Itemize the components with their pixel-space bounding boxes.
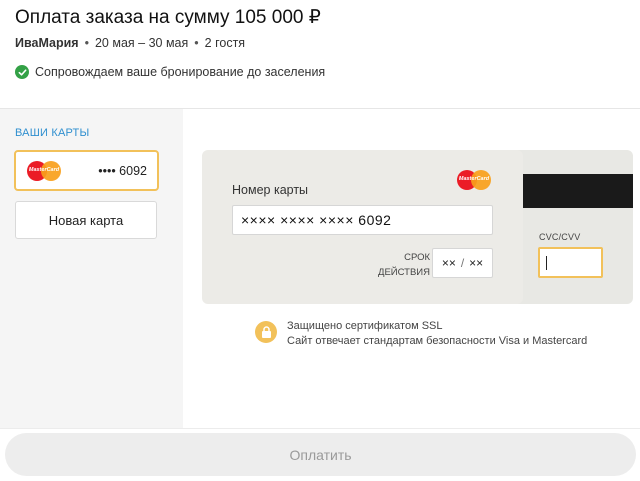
magnetic-stripe (523, 174, 633, 208)
expiry-input[interactable]: ×× / ×× (432, 248, 493, 278)
payment-page: Оплата заказа на сумму 105 000 ₽ ИваМари… (0, 0, 640, 481)
saved-cards-sidebar: ВАШИ КАРТЫ MasterCard •••• 6092 Новая ка… (0, 109, 183, 429)
expiry-month: ×× (441, 256, 456, 270)
mastercard-logo-text: MasterCard (458, 176, 490, 182)
saved-card-number: •••• 6092 (98, 163, 147, 178)
expiry-label: СРОК ДЕЙСТВИЯ (360, 250, 430, 280)
booking-meta: ИваМария • 20 мая – 30 мая • 2 гостя (15, 36, 245, 50)
security-text: Защищено сертификатом SSL Сайт отвечает … (287, 319, 587, 349)
expiry-separator: / (460, 256, 465, 270)
booking-dates: 20 мая – 30 мая (94, 36, 189, 50)
security-line-1: Защищено сертификатом SSL (287, 320, 443, 332)
security-info: Защищено сертификатом SSL Сайт отвечает … (255, 319, 587, 349)
security-line-2: Сайт отвечает стандартам безопасности Vi… (287, 335, 588, 347)
mastercard-logo-icon: MasterCard (27, 160, 61, 181)
cvc-label: CVC/CVV (539, 232, 581, 242)
expiry-year: ×× (469, 256, 484, 270)
check-circle-icon (15, 65, 29, 79)
text-cursor (546, 256, 547, 270)
guest-count: 2 гостя (204, 36, 246, 50)
meta-separator: • (84, 36, 89, 50)
cvc-input[interactable] (538, 247, 603, 278)
footer-divider (0, 428, 640, 429)
expiry-label-line2: ДЕЙСТВИЯ (378, 267, 430, 278)
host-name: ИваМария (15, 36, 79, 50)
lock-icon (255, 321, 277, 343)
saved-card-6092[interactable]: MasterCard •••• 6092 (14, 150, 159, 191)
page-title: Оплата заказа на сумму 105 000 ₽ (15, 7, 321, 28)
card-number-label: Номер карты (232, 183, 309, 197)
support-notice-text: Сопровождаем ваше бронирование до заселе… (35, 65, 326, 79)
new-card-button[interactable]: Новая карта (15, 201, 157, 239)
meta-separator: • (194, 36, 199, 50)
pay-button[interactable]: Оплатить (5, 433, 636, 476)
expiry-label-line1: СРОК (404, 252, 430, 263)
saved-cards-title: ВАШИ КАРТЫ (15, 127, 90, 139)
mastercard-logo-icon: MasterCard (457, 170, 491, 190)
card-number-input[interactable]: ×××× ×××× ×××× 6092 (232, 205, 493, 235)
mastercard-logo-text: MasterCard (28, 166, 60, 173)
support-notice: Сопровождаем ваше бронирование до заселе… (15, 65, 325, 79)
